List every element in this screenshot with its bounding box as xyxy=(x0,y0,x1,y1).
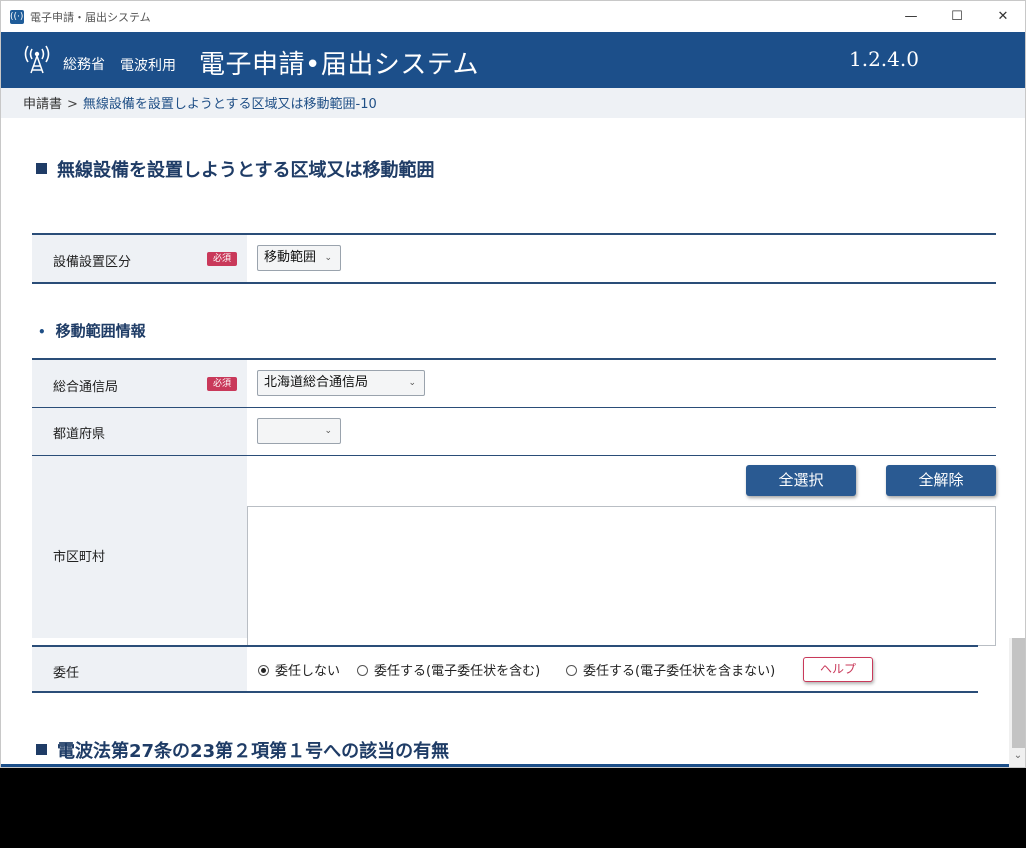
movement-info-title-text: 移動範囲情報 xyxy=(55,322,146,340)
minimize-button[interactable]: — xyxy=(888,1,934,32)
scrollbar-thumb[interactable] xyxy=(1012,638,1025,748)
select-all-button[interactable]: 全選択 xyxy=(746,465,856,496)
maximize-button[interactable]: ☐ xyxy=(934,1,980,32)
delegation-label: 委任 xyxy=(53,666,80,681)
radio-label: 委任する(電子委任状を含む) xyxy=(374,664,541,679)
close-button[interactable]: ✕ xyxy=(980,1,1025,32)
breadcrumb-current: 無線設備を設置しようとする区域又は移動範囲-10 xyxy=(82,97,377,112)
municipality-label: 市区町村 xyxy=(53,550,106,565)
antenna-icon xyxy=(24,45,50,74)
radio-selected-icon xyxy=(258,665,269,676)
chevron-down-icon: ⌄ xyxy=(408,378,416,388)
bureau-value: 北海道総合通信局 xyxy=(264,375,369,390)
chevron-down-icon: ⌄ xyxy=(324,253,332,263)
radio-delegate-with-cert[interactable]: 委任する(電子委任状を含む) xyxy=(357,660,540,679)
bureau-select[interactable]: 北海道総合通信局 ⌄ xyxy=(257,370,425,396)
section2-title-text: 電波法第27条の23第２項第１号への該当の有無 xyxy=(57,741,450,762)
radio-unselected-icon xyxy=(357,665,368,676)
help-button[interactable]: ヘルプ xyxy=(803,657,873,682)
municipality-listbox[interactable] xyxy=(247,506,996,646)
ministry-label: 総務省 xyxy=(63,57,105,73)
dot-bullet-icon: • xyxy=(38,325,46,339)
prefecture-label: 都道府県 xyxy=(53,427,106,442)
app-header: 総務省 電波利用 電子申請•届出システム 1.2.4.0 xyxy=(1,32,1025,88)
radio-no-delegation[interactable]: 委任しない xyxy=(258,660,340,679)
breadcrumb-root[interactable]: 申請書 xyxy=(23,97,62,112)
radio-use-label: 電波利用 xyxy=(120,58,176,74)
row-prefecture: 都道府県 xyxy=(32,407,996,455)
radio-label: 委任する(電子委任状を含まない) xyxy=(583,664,776,679)
bureau-label: 総合通信局 xyxy=(53,380,119,395)
prefecture-select[interactable]: ⌄ xyxy=(257,418,341,444)
install-category-select[interactable]: 移動範囲 ⌄ xyxy=(257,245,341,271)
scroll-down-arrow-icon[interactable]: ⌄ xyxy=(1009,749,1025,763)
row-bureau: 総合通信局 必須 xyxy=(32,358,996,407)
radio-delegate-without-cert[interactable]: 委任する(電子委任状を含まない) xyxy=(566,660,775,679)
square-bullet-icon xyxy=(36,744,47,755)
divider xyxy=(32,282,996,284)
section-title-area: 無線設備を設置しようとする区域又は移動範囲 xyxy=(36,156,434,182)
app-window: ((·)) 電子申請・届出システム — ☐ ✕ 総務省 電波利用 電子申請•届出… xyxy=(0,0,1026,768)
version-label: 1.2.4.0 xyxy=(849,47,919,71)
required-badge: 必須 xyxy=(207,377,237,391)
form-content: 無線設備を設置しようとする区域又は移動範囲 設備設置区分 必須 移動範囲 ⌄ •… xyxy=(1,118,1009,767)
system-name: 電子申請•届出システム xyxy=(199,50,480,80)
movement-info-title: • 移動範囲情報 xyxy=(38,320,146,341)
required-badge: 必須 xyxy=(207,252,237,266)
square-bullet-icon xyxy=(36,163,47,174)
divider xyxy=(32,691,978,693)
title-bar: ((·)) 電子申請・届出システム — ☐ ✕ xyxy=(1,1,1025,32)
breadcrumb: 申請書 > 無線設備を設置しようとする区域又は移動範囲-10 xyxy=(1,88,1025,118)
breadcrumb-separator: > xyxy=(67,97,78,112)
install-category-value: 移動範囲 xyxy=(264,250,317,265)
chevron-down-icon: ⌄ xyxy=(324,426,332,436)
clear-all-button[interactable]: 全解除 xyxy=(886,465,996,496)
app-antenna-icon: ((·)) xyxy=(10,9,27,24)
bottom-strip xyxy=(1,764,1009,767)
section-title-text: 無線設備を設置しようとする区域又は移動範囲 xyxy=(57,160,435,181)
section2-title-area: 電波法第27条の23第２項第１号への該当の有無 xyxy=(36,737,449,763)
row-install-category: 設備設置区分 必須 xyxy=(32,233,996,282)
install-category-label: 設備設置区分 xyxy=(53,255,132,270)
window-title: 電子申請・届出システム xyxy=(30,10,151,24)
radio-label: 委任しない xyxy=(275,664,341,679)
radio-unselected-icon xyxy=(566,665,577,676)
